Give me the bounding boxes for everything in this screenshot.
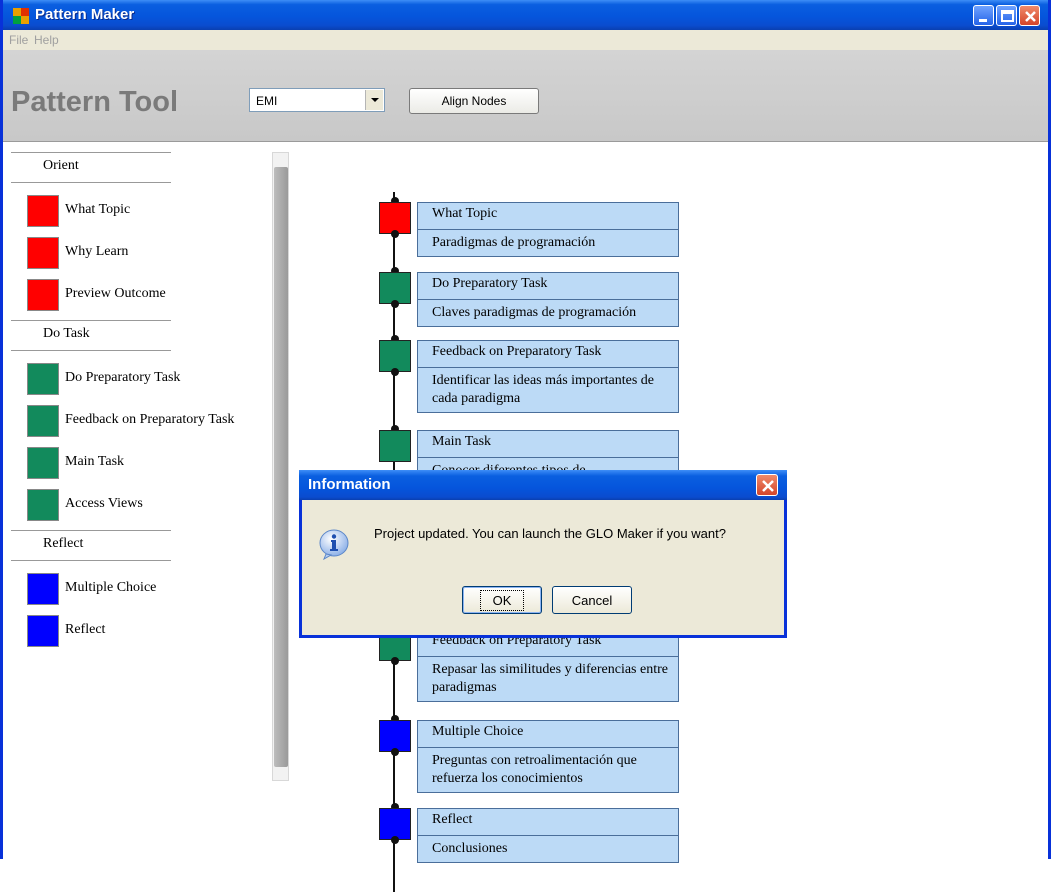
toolbar: Pattern Tool EMI Align Nodes [3,50,1048,142]
information-dialog: Information Project updated. You can lau… [299,470,787,638]
red-swatch [27,237,59,269]
connector-dot [391,748,399,756]
pattern-select-value: EMI [256,94,278,108]
section-label: Orient [43,158,79,173]
menu-help[interactable]: Help [34,33,59,47]
node-card[interactable]: What Topic Paradigmas de programación [417,202,679,257]
node-card[interactable]: Reflect Conclusiones [417,808,679,863]
dialog-title: Information [308,476,391,493]
section-label: Reflect [43,536,84,551]
node-card[interactable]: Feedback on Preparatory Task Repasar las… [417,629,679,702]
cancel-button[interactable]: Cancel [552,586,632,614]
node-title: What Topic [418,203,678,230]
node-card[interactable]: Do Preparatory Task Claves paradigmas de… [417,272,679,327]
node-card[interactable]: Multiple Choice Preguntas con retroalime… [417,720,679,793]
blue-swatch [27,615,59,647]
app-icon [13,8,29,24]
section-orient: Orient [11,152,171,182]
chevron-down-icon[interactable] [365,90,383,110]
window-title: Pattern Maker [35,6,135,23]
menu-file[interactable]: File [9,33,28,47]
ok-label: OK [479,589,525,611]
palette-item-label: Why Learn [65,244,129,259]
divider [11,182,171,183]
green-swatch [27,447,59,479]
palette-sidebar: Orient What Topic Why Learn Preview Outc… [3,142,293,859]
app-window: Pattern Maker File Help Pattern Tool EMI… [0,0,1051,892]
pattern-tool-heading: Pattern Tool [11,86,179,118]
node-description: Preguntas con retroalimentación que refu… [432,753,637,786]
maximize-icon [1001,10,1014,22]
node-title: Main Task [418,431,678,458]
info-icon [318,528,350,561]
palette-item-label: Feedback on Preparatory Task [65,412,235,427]
connector-dot [391,657,399,665]
palette-item-label: Multiple Choice [65,580,157,595]
pattern-select[interactable]: EMI [249,88,385,112]
palette-item-label: What Topic [65,202,131,217]
palette-item-label: Preview Outcome [65,286,166,301]
node-title: Reflect [418,809,678,836]
dialog-title-bar[interactable]: Information [299,470,787,500]
sidebar-scrollbar[interactable] [272,152,289,781]
align-nodes-button[interactable]: Align Nodes [409,88,539,114]
divider [11,350,171,351]
node-description: Paradigmas de programación [432,235,596,250]
connector-dot [391,836,399,844]
close-button[interactable] [1019,5,1040,26]
connector-dot [391,300,399,308]
menu-bar: File Help [3,30,1048,50]
dialog-message: Project updated. You can launch the GLO … [374,526,726,541]
close-icon [1025,11,1036,22]
node-card[interactable]: Feedback on Preparatory Task Identificar… [417,340,679,413]
maximize-button[interactable] [996,5,1017,26]
minimize-icon [979,19,987,22]
scrollbar-thumb[interactable] [274,167,288,767]
node-title: Multiple Choice [418,721,678,748]
palette-item-label: Reflect [65,622,106,637]
dialog-close-button[interactable] [756,474,778,496]
node-title: Feedback on Preparatory Task [418,341,678,368]
node-description: Repasar las similitudes y diferencias en… [432,662,668,695]
blue-swatch [27,573,59,605]
title-bar[interactable]: Pattern Maker [3,0,1048,30]
node-title: Do Preparatory Task [418,273,678,300]
green-swatch [27,405,59,437]
palette-item-label: Do Preparatory Task [65,370,181,385]
section-reflect: Reflect [11,530,171,560]
palette-item-label: Main Task [65,454,125,469]
red-swatch [27,279,59,311]
palette-item-label: Access Views [65,496,143,511]
ok-button[interactable]: OK [462,586,542,614]
close-icon [762,480,774,492]
section-label: Do Task [43,326,90,341]
green-swatch [27,363,59,395]
minimize-button[interactable] [973,5,994,26]
green-swatch [27,489,59,521]
red-swatch [27,195,59,227]
divider [11,560,171,561]
node-description: Claves paradigmas de programación [432,305,637,320]
node-description: Conclusiones [432,841,508,856]
node-description: Identificar las ideas más importantes de… [432,373,654,406]
node-handle[interactable] [379,430,411,462]
connector-dot [391,230,399,238]
section-do-task: Do Task [11,320,171,350]
connector-dot [391,368,399,376]
